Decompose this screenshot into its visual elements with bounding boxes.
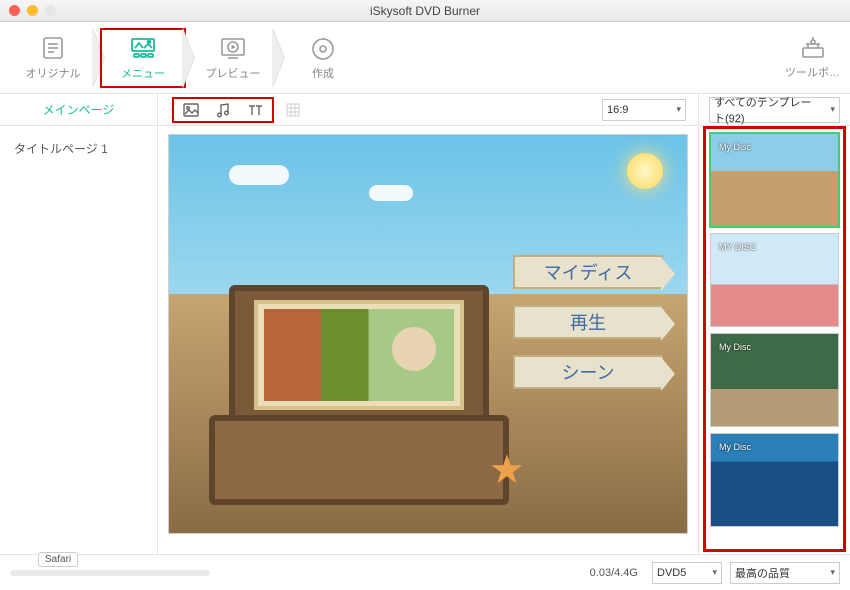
chapter-list: タイトルページ 1 — [0, 126, 158, 554]
template-title: My Disc — [719, 342, 751, 352]
thumbnail-placeholder[interactable] — [264, 309, 454, 401]
step-label: 作成 — [312, 65, 334, 81]
cloud-graphic — [369, 185, 413, 201]
document-icon — [39, 35, 67, 61]
background-image-icon[interactable] — [182, 101, 200, 119]
tab-mainpage[interactable]: メインページ — [0, 94, 158, 125]
sun-graphic — [627, 153, 663, 189]
window-title: iSkysoft DVD Burner — [0, 4, 850, 18]
template-list: My Disc MY DISC My Disc My Disc — [703, 126, 846, 552]
template-title: My Disc — [719, 142, 751, 152]
workflow-steps: オリジナル メニュー プレビュー 作成 — [10, 28, 366, 88]
disc-type-select[interactable]: DVD5 — [652, 562, 722, 584]
titlebar: iSkysoft DVD Burner — [0, 0, 850, 22]
step-label: メニュー — [121, 65, 165, 81]
size-text: 0.03/4.4G — [590, 567, 638, 579]
template-filter-select[interactable]: すべてのテンプレート(92) — [709, 97, 840, 123]
aspect-ratio-select[interactable]: 16:9 — [602, 99, 686, 121]
template-title: My Disc — [719, 442, 751, 452]
status-bar: Safari 0.03/4.4G DVD5 最高の品質 — [0, 554, 850, 590]
chapter-item[interactable]: タイトルページ 1 — [14, 140, 143, 157]
starfish-graphic: ★ — [489, 447, 525, 493]
text-icon[interactable] — [246, 101, 264, 119]
toolbox-icon — [799, 36, 827, 60]
disc-type-value: DVD5 — [657, 567, 686, 579]
toolbox-label: ツールボ… — [785, 64, 840, 80]
menu-play-sign[interactable]: 再生 — [513, 305, 663, 339]
size-progress-bar — [10, 570, 210, 576]
template-panel: My Disc MY DISC My Disc My Disc — [698, 126, 850, 554]
quality-select[interactable]: 最高の品質 — [730, 562, 840, 584]
aspect-ratio-value: 16:9 — [607, 104, 628, 116]
template-thumb[interactable]: My Disc — [710, 433, 839, 527]
step-menu[interactable]: メニュー — [100, 28, 186, 88]
menu-buttons: マイディス 再生 シーン — [513, 255, 663, 405]
step-original[interactable]: オリジナル — [10, 28, 96, 88]
step-create[interactable]: 作成 — [280, 28, 366, 88]
menu-canvas[interactable]: マイディス 再生 シーン ★ — [168, 134, 688, 534]
tooltip: Safari — [38, 552, 78, 567]
toolbox-button[interactable]: ツールボ… — [785, 36, 840, 80]
secondary-toolbar: メインページ 16:9 すべてのテンプレート(92) — [0, 94, 850, 126]
grid-icon[interactable] — [284, 101, 302, 119]
template-thumb[interactable]: My Disc — [710, 133, 839, 227]
editor-tools-group — [172, 97, 274, 123]
quality-value: 最高の品質 — [735, 565, 790, 581]
menu-title-sign[interactable]: マイディス — [513, 255, 663, 289]
template-thumb[interactable]: My Disc — [710, 333, 839, 427]
main-body: タイトルページ 1 マイディス 再生 シーン ★ My Disc MY DISC… — [0, 126, 850, 554]
suitcase-graphic — [209, 285, 509, 505]
play-screen-icon — [219, 35, 247, 61]
menu-preview-area: マイディス 再生 シーン ★ — [158, 126, 698, 554]
step-label: プレビュー — [206, 65, 261, 81]
music-icon[interactable] — [214, 101, 232, 119]
menu-scene-sign[interactable]: シーン — [513, 355, 663, 389]
step-label: オリジナル — [26, 65, 81, 81]
template-thumb[interactable]: MY DISC — [710, 233, 839, 327]
main-toolbar: オリジナル メニュー プレビュー 作成 ツールボ… — [0, 22, 850, 94]
step-preview[interactable]: プレビュー — [190, 28, 276, 88]
image-grid-icon — [129, 35, 157, 61]
disc-burn-icon — [309, 35, 337, 61]
cloud-graphic — [229, 165, 289, 185]
template-title: MY DISC — [719, 242, 756, 252]
template-filter-value: すべてのテンプレート(92) — [714, 94, 821, 126]
